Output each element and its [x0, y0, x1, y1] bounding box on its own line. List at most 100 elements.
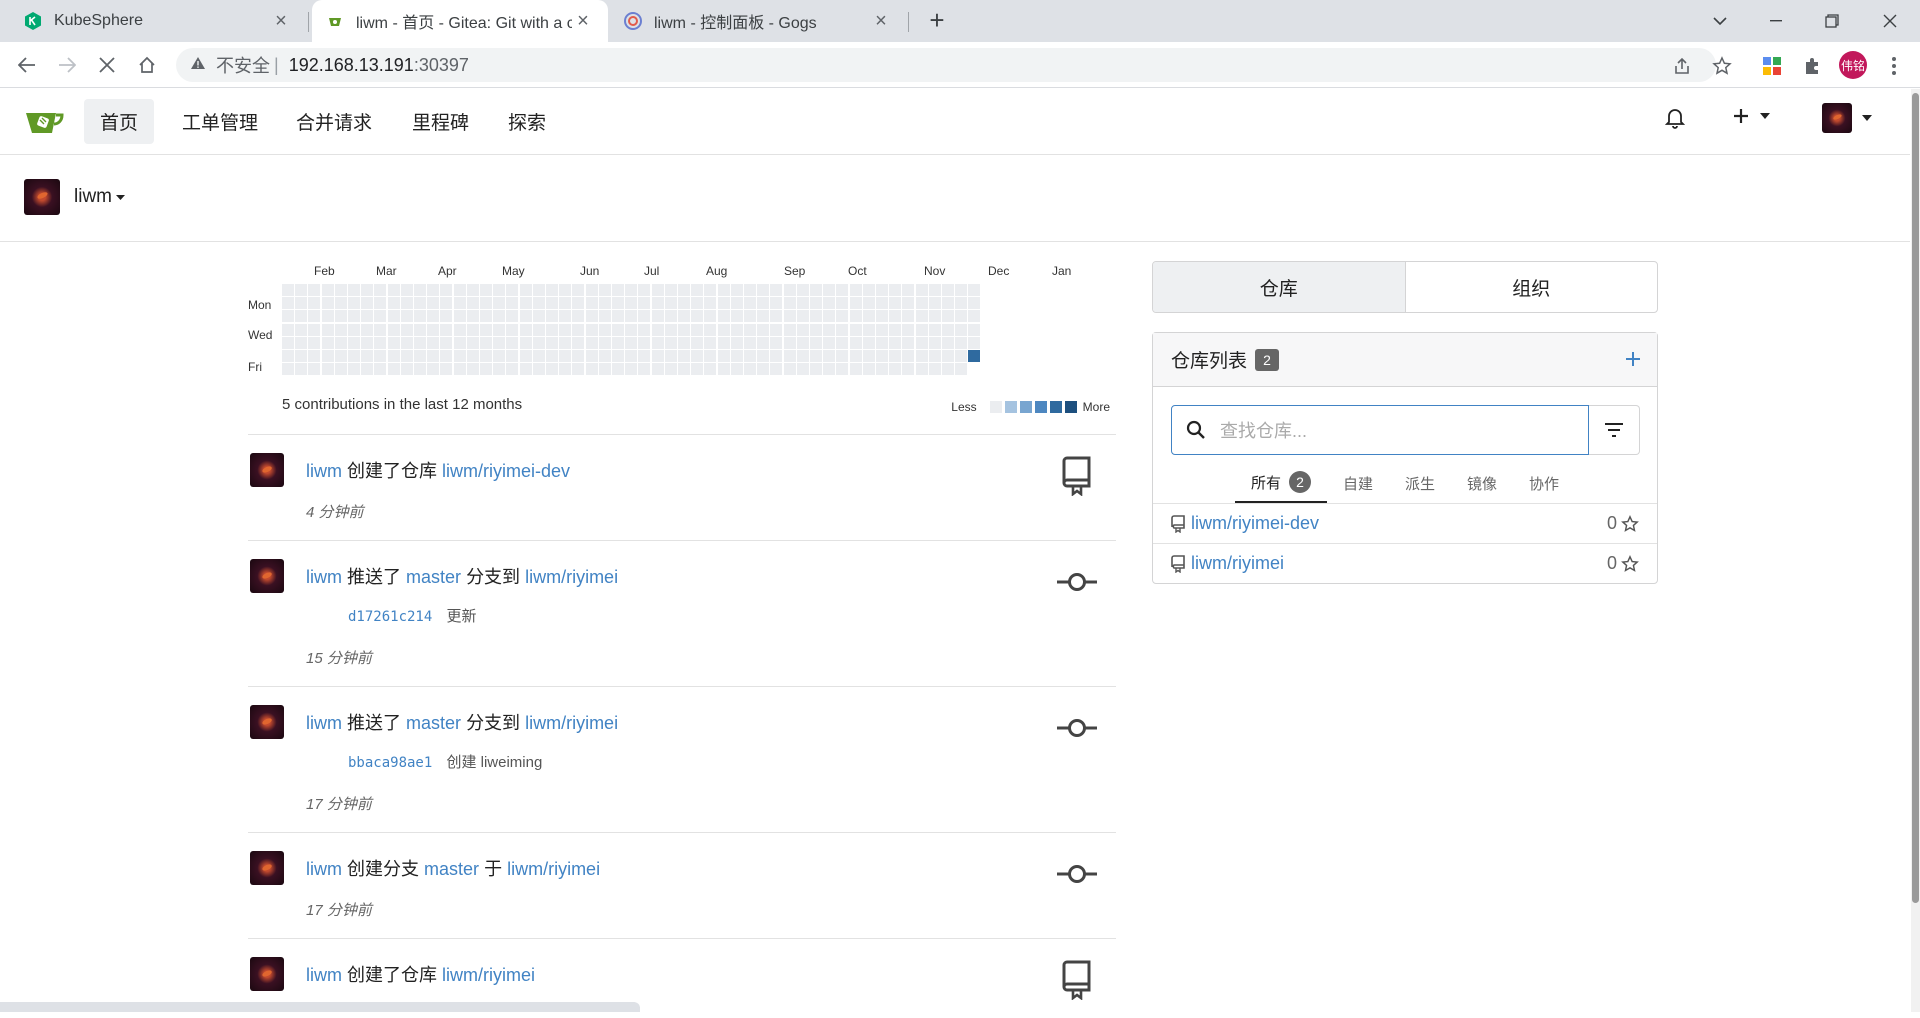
heatmap-cell[interactable]	[770, 297, 783, 310]
heatmap-cell[interactable]	[334, 297, 347, 310]
heatmap-cell[interactable]	[361, 363, 374, 376]
heatmap-cell[interactable]	[308, 350, 321, 362]
heatmap-cell[interactable]	[823, 363, 836, 376]
heatmap-cell[interactable]	[942, 297, 954, 310]
heatmap-cell[interactable]	[717, 323, 730, 336]
heatmap-cell[interactable]	[295, 310, 308, 323]
heatmap-cell[interactable]	[612, 350, 624, 362]
heatmap-cell[interactable]	[321, 363, 334, 376]
heatmap-cell[interactable]	[704, 297, 717, 310]
feed-repo-link[interactable]: liwm/riyimei	[442, 965, 535, 985]
heatmap-cell[interactable]	[585, 363, 598, 376]
heatmap-cell[interactable]	[572, 350, 585, 362]
context-user-switcher[interactable]: liwm	[24, 179, 125, 215]
heatmap-cell[interactable]	[308, 284, 321, 296]
heatmap-cell[interactable]	[889, 297, 902, 310]
heatmap-cell[interactable]	[664, 363, 677, 376]
heatmap-cell[interactable]	[598, 350, 611, 362]
heatmap-cell[interactable]	[955, 297, 968, 310]
heatmap-cell[interactable]	[453, 310, 466, 323]
heatmap-cell[interactable]	[466, 297, 479, 310]
heatmap-cell[interactable]	[453, 284, 466, 296]
heatmap-cell[interactable]	[493, 350, 506, 362]
heatmap-cell[interactable]	[730, 310, 743, 323]
heatmap-cell[interactable]	[493, 363, 506, 376]
heatmap-cell[interactable]	[559, 336, 572, 349]
heatmap-cell[interactable]	[466, 336, 479, 349]
heatmap-cell[interactable]	[519, 363, 532, 376]
heatmap-cell[interactable]	[862, 284, 875, 296]
heatmap-cell[interactable]	[440, 350, 453, 362]
heatmap-cell[interactable]	[440, 363, 453, 376]
heatmap-cell[interactable]	[440, 310, 453, 323]
user-avatar[interactable]	[250, 705, 284, 739]
heatmap-cell[interactable]	[849, 297, 862, 310]
heatmap-cell[interactable]	[691, 363, 704, 376]
heatmap-cell[interactable]	[334, 336, 347, 349]
new-tab-button[interactable]: +	[922, 6, 952, 36]
heatmap-cell[interactable]	[400, 350, 413, 362]
heatmap-cell[interactable]	[836, 350, 849, 362]
feed-repo-link[interactable]: liwm/riyimei	[507, 859, 600, 879]
heatmap-cell[interactable]	[717, 363, 730, 376]
heatmap-cell[interactable]	[889, 363, 902, 376]
heatmap-cell[interactable]	[532, 350, 545, 362]
heatmap-cell[interactable]	[691, 297, 704, 310]
heatmap-cell[interactable]	[427, 323, 440, 336]
heatmap-cell[interactable]	[876, 350, 888, 362]
heatmap-cell[interactable]	[796, 323, 809, 336]
feed-branch-link[interactable]: master	[406, 713, 461, 733]
heatmap-cell[interactable]	[440, 297, 453, 310]
heatmap-cell[interactable]	[796, 363, 809, 376]
heatmap-cell[interactable]	[730, 297, 743, 310]
heatmap-cell[interactable]	[942, 310, 954, 323]
heatmap-cell[interactable]	[928, 363, 941, 376]
heatmap-cell[interactable]	[585, 284, 598, 296]
heatmap-cell[interactable]	[915, 297, 928, 310]
heatmap-cell[interactable]	[480, 284, 492, 296]
heatmap-cell[interactable]	[400, 336, 413, 349]
heatmap-cell[interactable]	[519, 284, 532, 296]
heatmap-cell[interactable]	[387, 323, 400, 336]
heatmap-cell[interactable]	[612, 363, 624, 376]
heatmap-cell[interactable]	[519, 297, 532, 310]
heatmap-cell[interactable]	[400, 363, 413, 376]
feed-branch-link[interactable]: master	[424, 859, 479, 879]
page-scrollbar[interactable]	[1911, 89, 1920, 1012]
heatmap-cell[interactable]	[532, 336, 545, 349]
heatmap-cell[interactable]	[427, 297, 440, 310]
heatmap-cell[interactable]	[308, 297, 321, 310]
heatmap-cell[interactable]	[876, 284, 888, 296]
heatmap-cell[interactable]	[651, 336, 664, 349]
heatmap-cell[interactable]	[400, 310, 413, 323]
heatmap-cell[interactable]	[295, 323, 308, 336]
heatmap-cell[interactable]	[942, 323, 954, 336]
heatmap-cell[interactable]	[678, 350, 690, 362]
heatmap-cell[interactable]	[836, 310, 849, 323]
heatmap-cell[interactable]	[664, 310, 677, 323]
filter-tab-all[interactable]: 所有 2	[1234, 463, 1327, 503]
heatmap-cell[interactable]	[770, 310, 783, 323]
heatmap-cell[interactable]	[810, 323, 822, 336]
feed-repo-link[interactable]: liwm/riyimei	[525, 713, 618, 733]
heatmap-cell[interactable]	[612, 297, 624, 310]
heatmap-cell[interactable]	[414, 297, 426, 310]
heatmap-cell[interactable]	[585, 297, 598, 310]
heatmap-cell[interactable]	[453, 363, 466, 376]
heatmap-cell[interactable]	[585, 350, 598, 362]
heatmap-cell[interactable]	[849, 363, 862, 376]
heatmap-cell[interactable]	[968, 297, 981, 310]
heatmap-cell[interactable]	[282, 323, 294, 336]
forward-arrow-icon[interactable]	[52, 50, 82, 80]
heatmap-cell[interactable]	[849, 284, 862, 296]
heatmap-cell[interactable]	[559, 310, 572, 323]
heatmap-cell[interactable]	[546, 350, 558, 362]
heatmap-cell[interactable]	[955, 323, 968, 336]
heatmap-cell[interactable]	[638, 310, 651, 323]
heatmap-cell[interactable]	[638, 350, 651, 362]
heatmap-cell[interactable]	[427, 350, 440, 362]
heatmap-cell[interactable]	[334, 310, 347, 323]
user-avatar[interactable]	[250, 851, 284, 885]
heatmap-cell[interactable]	[836, 284, 849, 296]
heatmap-cell[interactable]	[506, 336, 519, 349]
